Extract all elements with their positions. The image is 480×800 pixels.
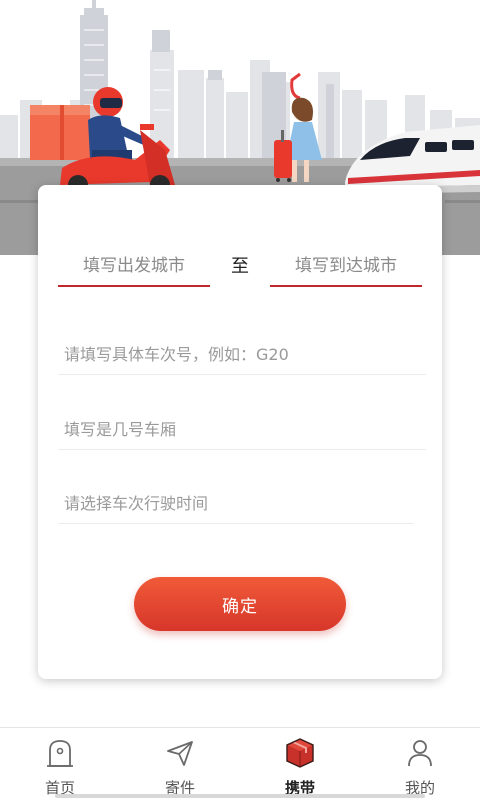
trip-form-card: 至 确定 xyxy=(38,185,442,679)
tab-mine[interactable]: 我的 xyxy=(360,728,480,800)
travel-time-picker[interactable] xyxy=(58,484,414,524)
confirm-button[interactable]: 确定 xyxy=(134,577,346,631)
to-separator: 至 xyxy=(231,256,249,277)
home-indicator xyxy=(55,794,425,798)
bottom-tab-bar: 首页 寄件 携带 我的 xyxy=(0,727,480,800)
paper-plane-icon xyxy=(163,736,197,770)
tab-send[interactable]: 寄件 xyxy=(120,728,240,800)
box-icon xyxy=(283,736,317,770)
departure-city-input[interactable] xyxy=(58,247,210,287)
home-icon xyxy=(43,736,77,770)
tab-home[interactable]: 首页 xyxy=(0,728,120,800)
user-icon xyxy=(403,736,437,770)
carriage-number-input[interactable] xyxy=(58,410,426,450)
arrival-city-input[interactable] xyxy=(270,247,422,287)
tab-carry[interactable]: 携带 xyxy=(240,728,360,800)
train-number-input[interactable] xyxy=(58,335,426,375)
city-row: 至 xyxy=(38,185,442,295)
